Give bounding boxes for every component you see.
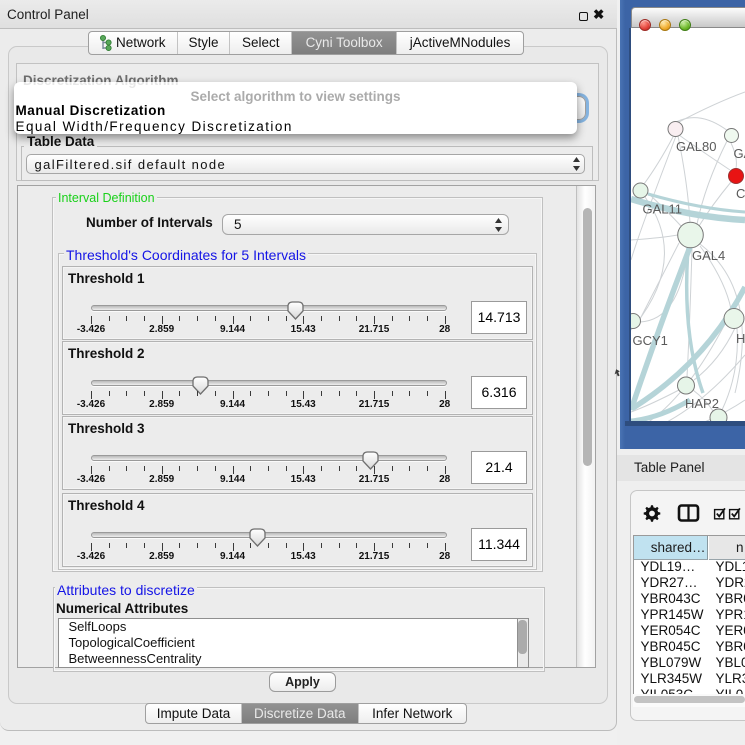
svg-text:GAL80: GAL80 — [676, 139, 716, 154]
svg-text:HAP2: HAP2 — [685, 396, 719, 411]
svg-text:H: H — [736, 331, 745, 346]
svg-text:GAL4: GAL4 — [692, 248, 725, 263]
svg-text:GA: GA — [734, 146, 745, 161]
svg-text:GCY1: GCY1 — [633, 333, 668, 348]
svg-text:C: C — [736, 186, 745, 201]
svg-text:GAL11: GAL11 — [643, 202, 683, 217]
